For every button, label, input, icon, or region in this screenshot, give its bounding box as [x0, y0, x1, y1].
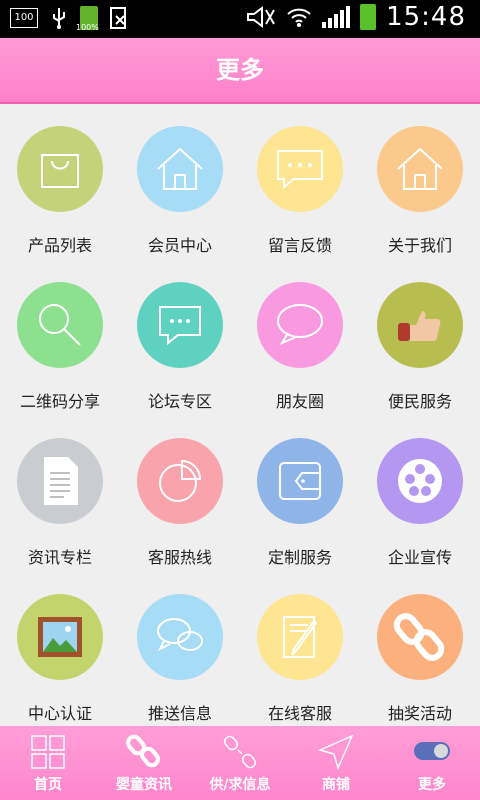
home-icon: [397, 147, 443, 190]
wallet-icon: [279, 462, 321, 500]
grid-item-icon-circle: [17, 594, 103, 680]
chat-bubbles-icon: [157, 618, 203, 652]
grid-item-label: 在线客服: [267, 704, 332, 723]
grid-item-label: 论坛专区: [147, 392, 212, 411]
grid-item-icon-circle: [137, 126, 223, 212]
page-title: 更多: [216, 56, 264, 84]
grid-item-hotline[interactable]: 客服热线: [120, 416, 240, 572]
grid-item-icon-circle: [257, 282, 343, 368]
grid-item-label: 企业宣传: [387, 548, 452, 567]
grid-item-label: 关于我们: [387, 236, 452, 255]
grid-item-label: 便民服务: [387, 392, 452, 411]
grid-item-qr-share[interactable]: 二维码分享: [0, 260, 120, 416]
signal-status-box: 100: [10, 8, 38, 28]
usb-icon: [53, 8, 65, 29]
grid-item-label: 留言反馈: [267, 236, 332, 255]
nav-tab-label: 供/求信息: [209, 777, 271, 793]
nav-tab-baby-news[interactable]: 婴童资讯: [96, 726, 192, 800]
notepad-icon: [283, 616, 318, 658]
feature-grid: 产品列表 会员中心 留言反馈 关于我们 二维码分享 论坛专区 朋友圈 便民服务 …: [0, 104, 480, 726]
nav-tab-home[interactable]: 首页: [0, 726, 96, 800]
magnifier-icon: [39, 304, 81, 346]
thumbs-up-icon: [398, 311, 441, 341]
cell-signal-icon: [322, 6, 351, 28]
bottom-nav: 首页 婴童资讯 供/求信息 商铺 更多: [0, 726, 480, 800]
chat-bubble-icon: [159, 306, 201, 346]
battery-icon: [360, 4, 377, 30]
mute-icon: [247, 6, 275, 28]
message-box-icon: [277, 150, 323, 190]
film-reel-icon: [398, 459, 442, 503]
grid-icon: [31, 735, 65, 769]
toggle-icon: [414, 742, 450, 760]
document-icon: [44, 457, 78, 505]
chain-link-icon: [126, 734, 160, 768]
broken-link-icon: [223, 735, 257, 769]
grid-item-online-service[interactable]: 在线客服: [240, 572, 360, 726]
grid-item-label: 朋友圈: [275, 392, 324, 411]
navigation-arrow-icon: [318, 734, 354, 770]
grid-item-member-center[interactable]: 会员中心: [120, 104, 240, 260]
speech-bubble-icon: [277, 304, 323, 346]
grid-item-forum[interactable]: 论坛专区: [120, 260, 240, 416]
grid-item-icon-circle: [377, 126, 463, 212]
status-left: 100 100%: [10, 6, 128, 32]
grid-item-label: 资讯专栏: [27, 548, 92, 567]
home-icon: [157, 147, 203, 190]
pie-chart-icon: [159, 459, 202, 502]
chain-link-icon: [393, 613, 445, 661]
grid-item-label: 二维码分享: [19, 392, 100, 411]
grid-item-icon-circle: [257, 594, 343, 680]
picture-frame-icon: [38, 617, 82, 657]
grid-item-moments[interactable]: 朋友圈: [240, 260, 360, 416]
grid-item-label: 会员中心: [147, 236, 212, 255]
grid-item-promotion[interactable]: 企业宣传: [360, 416, 480, 572]
grid-item-icon-circle: [377, 594, 463, 680]
grid-item-news[interactable]: 资讯专栏: [0, 416, 120, 572]
battery-charging-icon: 100%: [76, 6, 99, 32]
grid-item-icon-circle: [257, 126, 343, 212]
nav-tab-supply-demand[interactable]: 供/求信息: [192, 726, 288, 800]
grid-item-push-info[interactable]: 推送信息: [120, 572, 240, 726]
grid-item-icon-circle: [377, 438, 463, 524]
grid-item-label: 产品列表: [27, 236, 92, 255]
wifi-icon: [287, 8, 311, 27]
nav-tab-label: 首页: [34, 777, 62, 793]
shopping-bag-icon: [41, 154, 79, 188]
grid-item-label: 抽奖活动: [387, 704, 452, 723]
nav-tab-label: 商铺: [322, 777, 350, 793]
grid-item-icon-circle: [137, 594, 223, 680]
grid-item-icon-circle: [137, 282, 223, 368]
grid-item-certification[interactable]: 中心认证: [0, 572, 120, 726]
grid-item-about-us[interactable]: 关于我们: [360, 104, 480, 260]
status-right: 15:48: [246, 2, 466, 32]
grid-item-product-list[interactable]: 产品列表: [0, 104, 120, 260]
grid-item-custom-service[interactable]: 定制服务: [240, 416, 360, 572]
document-x-icon: [110, 7, 126, 29]
grid-item-label: 客服热线: [147, 548, 212, 567]
grid-item-icon-circle: [137, 438, 223, 524]
status-bar: 100 100% 15:48: [0, 0, 480, 38]
grid-item-icon-circle: [17, 126, 103, 212]
page-header: 更多: [0, 38, 480, 102]
nav-tab-shop[interactable]: 商铺: [288, 726, 384, 800]
grid-item-lottery[interactable]: 抽奖活动: [360, 572, 480, 726]
grid-item-icon-circle: [257, 438, 343, 524]
nav-tab-more[interactable]: 更多: [384, 726, 480, 800]
grid-item-label: 推送信息: [147, 704, 212, 723]
grid-item-icon-circle: [17, 438, 103, 524]
grid-item-label: 中心认证: [27, 704, 92, 723]
grid-item-icon-circle: [17, 282, 103, 368]
nav-tab-label: 更多: [418, 777, 446, 793]
battery-percent: 100%: [76, 23, 99, 32]
clock: 15:48: [386, 2, 466, 32]
grid-item-feedback[interactable]: 留言反馈: [240, 104, 360, 260]
grid-item-label: 定制服务: [267, 548, 332, 567]
grid-item-convenience[interactable]: 便民服务: [360, 260, 480, 416]
grid-item-icon-circle: [377, 282, 463, 368]
nav-tab-label: 婴童资讯: [116, 777, 172, 793]
